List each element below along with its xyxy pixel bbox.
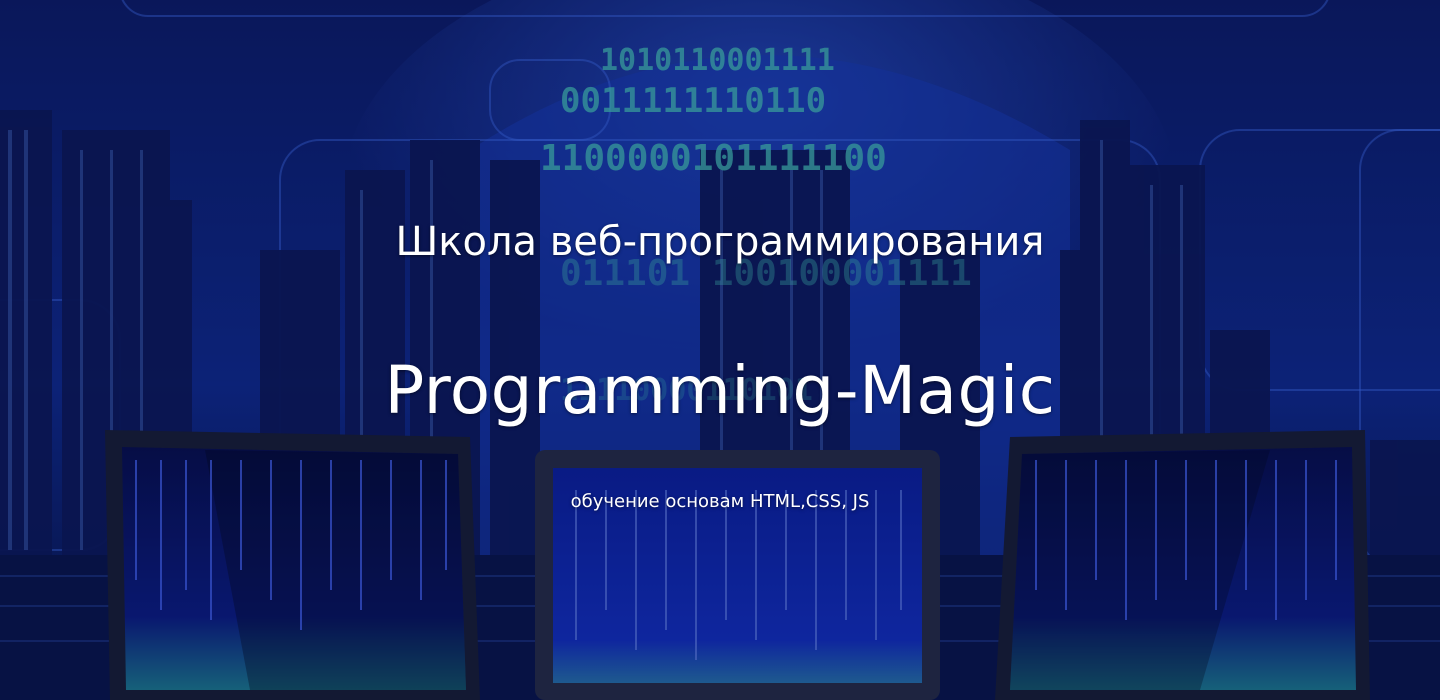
hero-subtitle: обучение основам HTML,CSS, JS (570, 491, 870, 512)
hero-background-image: 1010110001111 0011111110110 110000010111… (0, 0, 1440, 700)
hero-banner: 1010110001111 0011111110110 110000010111… (0, 0, 1440, 700)
brand-title: Programming-Magic (384, 352, 1056, 430)
school-title: Школа веб-программирования (395, 219, 1045, 266)
